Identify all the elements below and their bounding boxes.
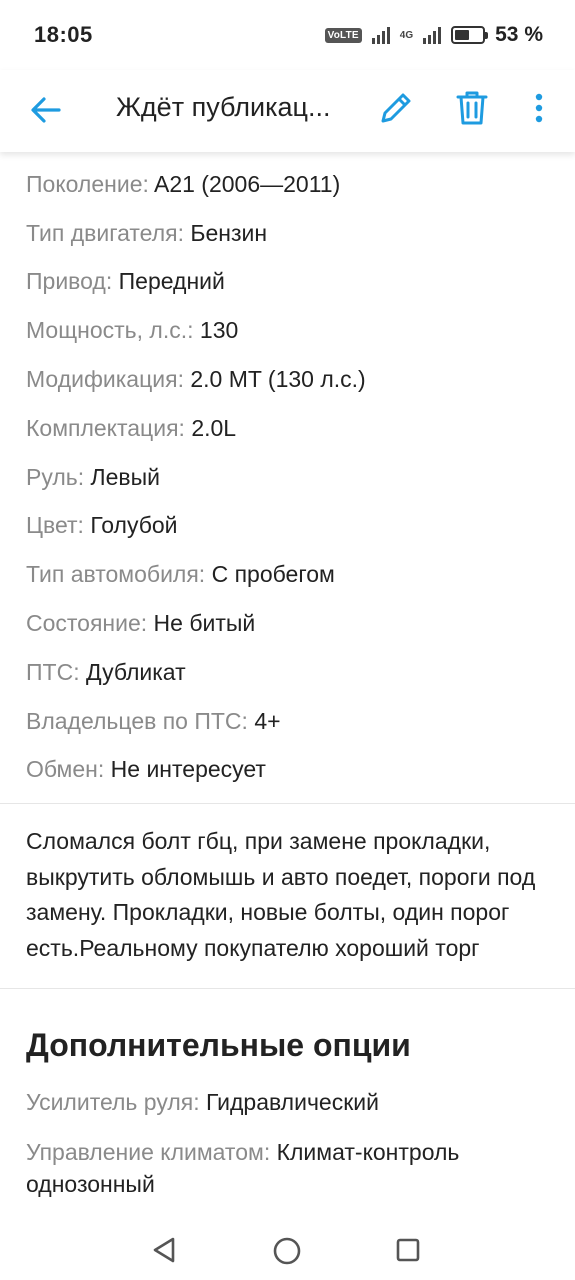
spec-label: ПТС: bbox=[26, 658, 80, 685]
battery-percent: 53 % bbox=[495, 23, 543, 46]
app-bar: Ждёт публикац... bbox=[0, 70, 575, 152]
spec-label: Модификация: bbox=[26, 366, 184, 393]
spec-row: Руль: Левый bbox=[26, 453, 575, 502]
spec-value: Левый bbox=[84, 463, 161, 490]
spec-value: Голубой bbox=[83, 512, 178, 539]
spec-value: A21 (2006—2011) bbox=[148, 170, 341, 197]
extra-options-list: Усилитель руля: Гидравлический Управлени… bbox=[0, 1064, 575, 1200]
pencil-icon bbox=[381, 93, 411, 123]
volte-icon: VoLTE bbox=[324, 27, 362, 43]
option-label: Усилитель руля: bbox=[26, 1089, 200, 1116]
spec-label: Цвет: bbox=[26, 512, 84, 539]
system-nav-bar bbox=[0, 1218, 575, 1280]
more-vertical-icon bbox=[535, 93, 543, 123]
spec-label: Тип двигателя: bbox=[26, 219, 184, 246]
more-button[interactable] bbox=[522, 86, 556, 130]
spec-label: Руль: bbox=[26, 463, 85, 490]
spec-row: Поколение: A21 (2006—2011) bbox=[26, 160, 575, 209]
spec-value: Передний bbox=[112, 268, 225, 295]
spec-label: Мощность, л.с.: bbox=[26, 317, 194, 344]
battery-fill bbox=[455, 30, 469, 40]
option-row: Усилитель руля: Гидравлический bbox=[26, 1086, 575, 1118]
specs-list: Поколение: A21 (2006—2011) Тип двигателя… bbox=[0, 160, 575, 794]
trash-icon bbox=[456, 91, 488, 125]
edit-button[interactable] bbox=[374, 86, 418, 130]
spec-value: Бензин bbox=[183, 219, 268, 246]
battery-icon bbox=[451, 26, 489, 44]
spec-label: Состояние: bbox=[26, 610, 148, 637]
spec-row: Мощность, л.с.: 130 bbox=[26, 306, 575, 355]
status-bar: 18:05 VoLTE 4G 53 % bbox=[0, 0, 575, 70]
nav-back-button[interactable] bbox=[146, 1232, 182, 1268]
option-row: Управление климатом: Климат-контроль одн… bbox=[26, 1136, 575, 1200]
option-value: Гидравлический bbox=[199, 1089, 379, 1116]
signal-icon bbox=[371, 26, 390, 44]
arrow-left-icon bbox=[31, 97, 61, 123]
spec-label: Владельцев по ПТС: bbox=[26, 707, 248, 734]
spec-value: 4+ bbox=[247, 707, 281, 734]
status-time: 18:05 bbox=[34, 22, 93, 47]
delete-button[interactable] bbox=[450, 86, 494, 130]
signal-icon-2 bbox=[423, 26, 442, 44]
spec-label: Комплектация: bbox=[26, 414, 185, 441]
spec-row: Привод: Передний bbox=[26, 258, 575, 307]
spec-value: 2.0L bbox=[184, 414, 237, 441]
page-title: Ждёт публикац... bbox=[116, 92, 331, 122]
listing-content[interactable]: Поколение: A21 (2006—2011) Тип двигателя… bbox=[0, 152, 575, 1218]
spec-row: Цвет: Голубой bbox=[26, 502, 575, 551]
nav-home-button[interactable] bbox=[268, 1232, 306, 1270]
spec-value: 130 bbox=[193, 317, 239, 344]
listing-description: Сломался болт гбц, при замене прокладки,… bbox=[26, 828, 536, 961]
spec-value: Не битый bbox=[147, 610, 256, 637]
nav-recents-button[interactable] bbox=[390, 1232, 426, 1268]
back-button[interactable] bbox=[24, 88, 68, 132]
spec-value: Дубликат bbox=[79, 658, 186, 685]
recents-square-icon bbox=[396, 1238, 420, 1262]
spec-row: Тип автомобиля: С пробегом bbox=[26, 550, 575, 599]
spec-row: Комплектация: 2.0L bbox=[26, 404, 575, 453]
status-indicators: VoLTE 4G 53 % bbox=[324, 23, 543, 47]
spec-value: Не интересует bbox=[104, 756, 266, 783]
spec-row: Состояние: Не битый bbox=[26, 599, 575, 648]
spec-value: С пробегом bbox=[205, 561, 335, 588]
spec-label: Обмен: bbox=[26, 756, 105, 783]
spec-value: 2.0 MT (130 л.с.) bbox=[183, 366, 366, 393]
spec-label: Привод: bbox=[26, 268, 113, 295]
spec-row: Тип двигателя: Бензин bbox=[26, 209, 575, 258]
spec-label: Поколение: bbox=[26, 170, 149, 197]
section-title: Дополнительные опции bbox=[26, 1027, 411, 1064]
home-circle-icon bbox=[273, 1237, 301, 1265]
spec-row: Модификация: 2.0 MT (130 л.с.) bbox=[26, 355, 575, 404]
spec-row: ПТС: Дубликат bbox=[26, 648, 575, 697]
back-triangle-icon bbox=[153, 1237, 175, 1263]
spec-row: Обмен: Не интересует bbox=[26, 746, 575, 795]
spec-row: Владельцев по ПТС: 4+ bbox=[26, 697, 575, 746]
option-label: Управление климатом: bbox=[26, 1139, 271, 1166]
spec-label: Тип автомобиля: bbox=[26, 561, 206, 588]
network-type-label: 4G bbox=[399, 29, 414, 41]
